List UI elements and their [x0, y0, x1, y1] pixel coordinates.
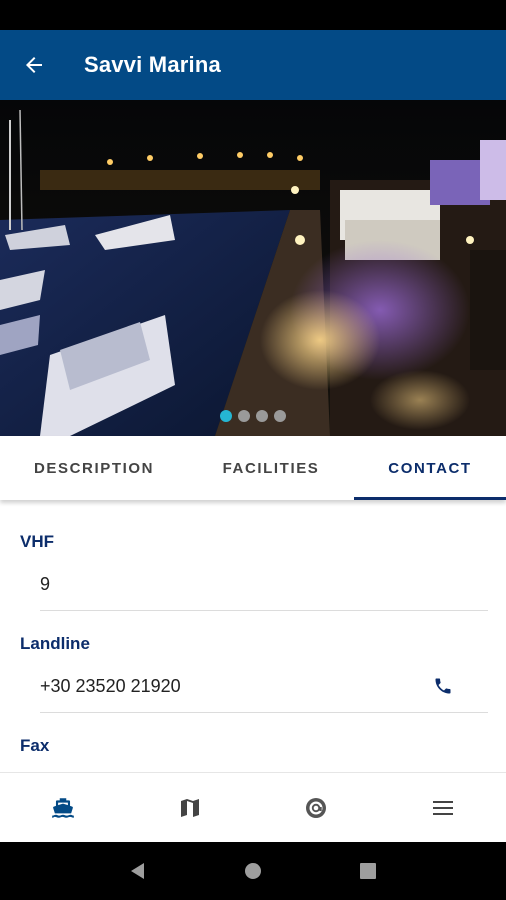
- nav-marina[interactable]: [0, 773, 127, 843]
- carousel-dot[interactable]: [274, 410, 286, 422]
- nav-menu[interactable]: [380, 773, 506, 843]
- menu-icon: [432, 801, 453, 815]
- nav-map[interactable]: [127, 773, 254, 843]
- call-button[interactable]: [430, 673, 456, 699]
- map-icon: [180, 799, 199, 817]
- nav-contact[interactable]: [253, 773, 380, 843]
- back-button[interactable]: [0, 30, 68, 100]
- arrow-left-icon: [26, 57, 42, 73]
- bottom-navigation: [0, 772, 506, 843]
- landline-value[interactable]: +30 23520 21920: [40, 676, 181, 697]
- vhf-label: VHF: [20, 532, 54, 551]
- divider: [40, 712, 488, 713]
- at-sign-icon: [306, 798, 327, 818]
- status-bar: [0, 0, 506, 30]
- vhf-value: 9: [40, 574, 51, 594]
- square-recents-icon: [360, 863, 377, 879]
- tab-description[interactable]: DESCRIPTION: [0, 436, 188, 500]
- divider: [40, 610, 488, 611]
- circle-home-icon: [244, 863, 261, 879]
- marina-photo: [0, 100, 506, 436]
- carousel-dot[interactable]: [238, 410, 250, 422]
- system-back-button[interactable]: [118, 851, 158, 891]
- tab-contact[interactable]: CONTACT: [354, 436, 506, 500]
- carousel-indicators: [0, 410, 506, 422]
- tab-facilities[interactable]: FACILITIES: [188, 436, 354, 500]
- photo-carousel[interactable]: [0, 100, 506, 436]
- carousel-dot[interactable]: [256, 410, 268, 422]
- fax-label: Fax: [20, 736, 50, 755]
- page-title: Savvi Marina: [84, 52, 221, 77]
- carousel-dot[interactable]: [220, 410, 232, 422]
- boat-icon: [52, 798, 75, 818]
- system-home-button[interactable]: [233, 851, 273, 891]
- system-navigation-bar: [0, 842, 506, 900]
- landline-label: Landline: [20, 634, 90, 653]
- tab-bar: DESCRIPTION FACILITIES CONTACT: [0, 436, 506, 500]
- triangle-back-icon: [130, 863, 144, 879]
- app-bar: Savvi Marina: [0, 30, 506, 100]
- system-recents-button[interactable]: [348, 851, 388, 891]
- contact-panel: VHF 9 Landline +30 23520 21920 Fax: [0, 500, 506, 772]
- phone-icon: [435, 678, 451, 694]
